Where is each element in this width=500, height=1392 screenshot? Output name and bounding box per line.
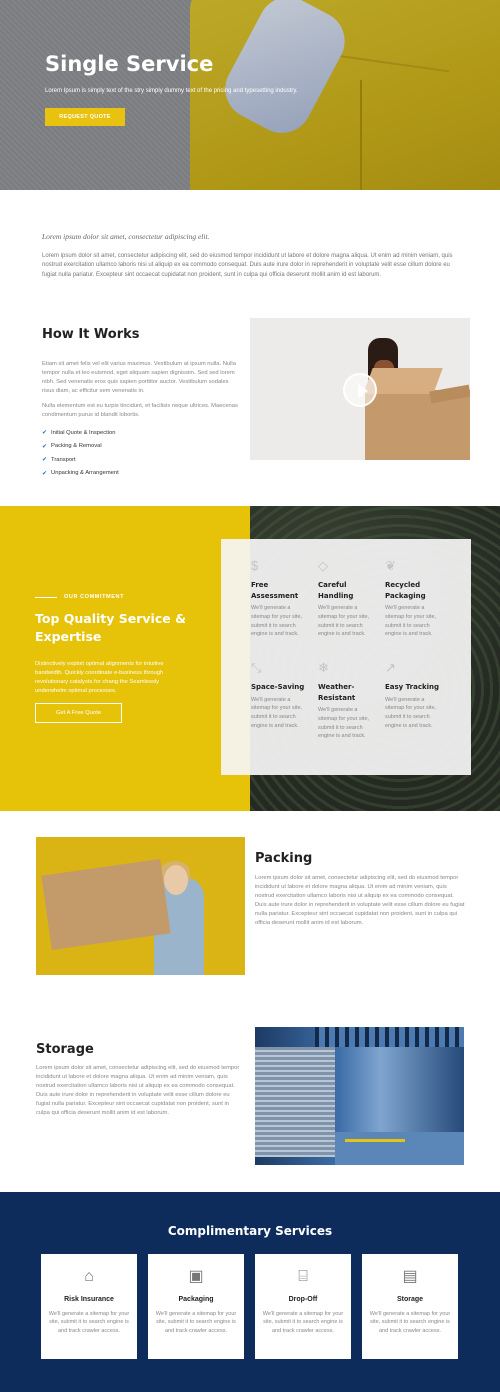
play-icon[interactable] [343,373,377,407]
storage-image [255,1027,464,1165]
feature-text: We'll generate a sitemap for your site, … [251,696,303,729]
free-quote-button[interactable]: Get A Free Quote [35,703,122,723]
check-icon: ✔ [42,470,48,477]
commitment-eyebrow: OUR COMMITMENT [64,594,125,600]
list-item: ✔ Packing & Removal [42,440,119,454]
check-icon: ✔ [42,430,48,437]
list-item-label: Packing & Removal [51,443,102,450]
service-card-drop-off[interactable]: ⌸ Drop-Off We'll generate a sitemap for … [255,1254,351,1359]
service-card-storage[interactable]: ▤ Storage We'll generate a sitemap for y… [362,1254,458,1359]
warehouse-door [255,1047,335,1157]
storage-title: Storage [36,1042,94,1057]
feature-title: Recycled Packaging [385,581,426,600]
complimentary-title: Complimentary Services [167,1224,333,1238]
packing-box [41,859,171,950]
feature-recycled-packaging: ❦ Recycled Packaging We'll generate a si… [385,558,443,639]
warehouse-rail [345,1139,405,1142]
warehouse-roof [315,1027,464,1047]
chart-line-icon: ↗ [385,660,396,675]
service-title: Drop-Off [288,1296,318,1303]
feature-title: Free Assessment [251,581,299,600]
feature-title: Easy Tracking [385,683,440,691]
list-item: ✔ Unpacking & Arrangement [42,467,119,481]
how-it-works-paragraph-2: Nulla elementum est eu turpis tincidunt,… [42,403,238,419]
woman-head [164,865,188,895]
list-item-label: Initial Quote & Inspection [51,429,116,436]
dollar-icon: $ [251,558,259,573]
list-item-label: Transport [51,456,76,463]
list-item: ✔ Transport [42,453,119,467]
hero-subtitle: Lorem Ipsum is simply text of the stry s… [45,88,298,94]
feature-text: We'll generate a sitemap for your site, … [318,707,370,740]
feature-title: Weather-Resistant [318,683,356,702]
service-text: We'll generate a sitemap for your site, … [48,1311,130,1334]
diamond-icon: ◇ [318,558,328,573]
service-text: We'll generate a sitemap for your site, … [155,1311,237,1334]
service-card-risk-insurance[interactable]: ⌂ Risk Insurance We'll generate a sitema… [41,1254,137,1359]
service-title: Storage [396,1296,424,1303]
commitment-title: Top Quality Service & Expertise [35,611,186,644]
intro-lead: Lorem ipsum dolor sit amet, consectetur … [42,232,210,241]
box-icon: ▣ [188,1268,204,1285]
feature-weather-resistant: ❄ Weather-Resistant We'll generate a sit… [318,660,376,741]
feature-text: We'll generate a sitemap for your site, … [251,605,303,638]
feature-careful-handling: ◇ Careful Handling We'll generate a site… [318,558,376,639]
feature-title: Careful Handling [318,581,354,600]
cardboard-box-image [365,390,470,460]
page-title: Single Service [45,52,214,76]
check-icon: ✔ [42,443,48,450]
feature-text: We'll generate a sitemap for your site, … [385,696,437,729]
feature-text: We'll generate a sitemap for your site, … [385,605,437,638]
storefront-icon: ⌸ [298,1268,308,1285]
feature-title: Space-Saving [251,683,305,691]
list-item-label: Unpacking & Arrangement [51,470,119,477]
warehouse-floor [335,1132,464,1165]
service-title: Packaging [178,1296,214,1303]
eyebrow-divider [35,597,57,598]
archive-box-icon: ▤ [402,1268,418,1285]
snowflake-icon: ❄ [318,660,329,675]
service-text: We'll generate a sitemap for your site, … [369,1311,451,1334]
packing-image [36,837,245,975]
how-it-works-title: How It Works [42,327,140,342]
packing-title: Packing [255,851,313,866]
leaf-icon: ❦ [385,558,396,573]
intro-body: Lorem ipsum dolor sit amet, consectetur … [42,253,453,278]
house-icon: ⌂ [84,1268,94,1285]
list-item: ✔ Initial Quote & Inspection [42,426,119,440]
how-it-works-paragraph-1: Etiam sit amet felis vel elit varius max… [42,361,236,395]
how-it-works-video[interactable] [250,318,470,460]
service-card-packaging[interactable]: ▣ Packaging We'll generate a sitemap for… [148,1254,244,1359]
check-icon: ✔ [42,457,48,464]
feature-easy-tracking: ↗ Easy Tracking We'll generate a sitemap… [385,660,443,731]
service-text: We'll generate a sitemap for your site, … [262,1311,344,1334]
commitment-body: Distinctively exploit optimal alignments… [35,661,164,695]
feature-text: We'll generate a sitemap for your site, … [318,605,370,638]
request-quote-button[interactable]: REQUEST QUOTE [45,108,125,126]
packing-body: Lorem ipsum dolor sit amet, consectetur … [255,875,465,927]
hero-banner: Single Service Lorem Ipsum is simply tex… [0,0,500,190]
storage-body: Lorem ipsum dolor sit amet, consectetur … [36,1065,240,1117]
arrows-icon: ⤡ [251,660,262,675]
feature-free-assessment: $ Free Assessment We'll generate a sitem… [251,558,309,639]
feature-space-saving: ⤡ Space-Saving We'll generate a sitemap … [251,660,309,731]
hero-overlay [0,0,500,190]
how-it-works-list: ✔ Initial Quote & Inspection ✔ Packing & R… [42,426,119,480]
commitment-section [0,506,250,811]
service-title: Risk Insurance [64,1296,114,1303]
